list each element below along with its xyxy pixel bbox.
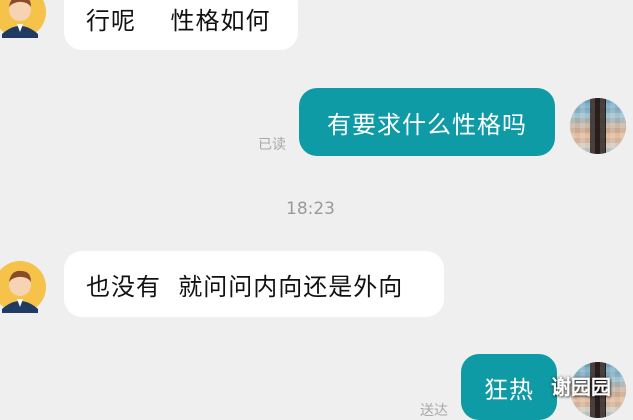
contact-avatar-icon[interactable] [0,261,46,313]
message-text: 也没有 就问问内向还是外向 [86,272,404,301]
message-text: 有要求什么性格吗 [327,110,527,139]
message-bubble[interactable]: 也没有 就问问内向还是外向 [64,251,444,317]
message-bubble[interactable]: 行呢 性格如何 [64,0,298,50]
contact-avatar-icon[interactable] [0,0,46,38]
read-status: 已读 [258,137,286,153]
delivery-status: 送达 [420,403,448,419]
timestamp: 18:23 [286,199,335,219]
user-avatar-icon[interactable] [570,98,626,154]
chat-screen: { "messages": [ {"side": "left", "text":… [0,0,633,420]
watermark-text: 谢园园 [551,375,611,399]
message-text: 狂热 [484,375,534,404]
message-bubble[interactable]: 有要求什么性格吗 [299,88,555,156]
message-bubble[interactable]: 狂热 [461,354,557,420]
message-text: 行呢 性格如何 [86,6,271,35]
